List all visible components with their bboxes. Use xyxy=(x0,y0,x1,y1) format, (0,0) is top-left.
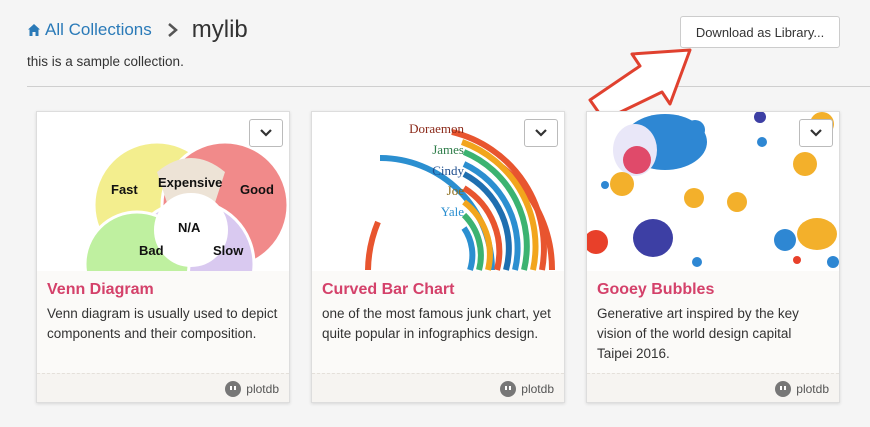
plotdb-logo-icon xyxy=(775,381,792,397)
card-description: Venn diagram is usually used to depict c… xyxy=(47,306,278,341)
page-title: mylib xyxy=(191,16,248,43)
collection-card: Fast Good Expensive N/A Bad Slow Venn Di… xyxy=(36,111,290,403)
bar-label: Cindy xyxy=(432,163,464,178)
card-menu-button[interactable] xyxy=(249,119,283,147)
card-body: Venn Diagram Venn diagram is usually use… xyxy=(37,271,289,373)
card-body: Curved Bar Chart one of the most famous … xyxy=(312,271,564,373)
brand[interactable]: plotdb xyxy=(775,381,829,397)
bar-label: Joe xyxy=(447,183,465,198)
card-title[interactable]: Gooey Bubbles xyxy=(597,281,714,299)
brand[interactable]: plotdb xyxy=(500,381,554,397)
chevron-down-icon xyxy=(535,129,547,137)
card-description: Generative art inspired by the key visio… xyxy=(597,306,799,361)
chevron-down-icon xyxy=(810,129,822,137)
venn-label: Good xyxy=(240,182,274,197)
breadcrumb: All Collections mylib xyxy=(27,16,248,44)
card-footer: plotdb xyxy=(587,373,839,402)
chevron-right-icon xyxy=(167,23,178,37)
collection-description: this is a sample collection. xyxy=(27,54,184,69)
page-header: All Collections mylib this is a sample c… xyxy=(0,0,870,88)
brand-label: plotdb xyxy=(796,382,829,396)
venn-label: Bad xyxy=(139,243,164,258)
card-thumbnail[interactable]: Fast Good Expensive N/A Bad Slow xyxy=(37,112,289,271)
chevron-down-icon xyxy=(260,129,272,137)
card-body: Gooey Bubbles Generative art inspired by… xyxy=(587,271,839,373)
card-thumbnail[interactable]: Doraemon James Cindy Joe Yale xyxy=(312,112,564,271)
bar-label: James xyxy=(432,142,464,157)
header-divider xyxy=(27,86,870,87)
bar-label: Yale xyxy=(441,204,464,219)
plotdb-logo-icon xyxy=(500,381,517,397)
collection-card: Gooey Bubbles Generative art inspired by… xyxy=(586,111,840,403)
card-footer: plotdb xyxy=(312,373,564,402)
brand-label: plotdb xyxy=(521,382,554,396)
card-description: one of the most famous junk chart, yet q… xyxy=(322,306,551,341)
venn-label: Slow xyxy=(213,243,244,258)
card-title[interactable]: Curved Bar Chart xyxy=(322,281,454,299)
bar-label: Doraemon xyxy=(409,121,464,136)
download-library-button[interactable]: Download as Library... xyxy=(680,16,840,48)
card-menu-button[interactable] xyxy=(524,119,558,147)
home-icon[interactable] xyxy=(27,23,41,37)
plotdb-logo-icon xyxy=(225,381,242,397)
card-footer: plotdb xyxy=(37,373,289,402)
all-collections-link[interactable]: All Collections xyxy=(45,20,152,40)
brand-label: plotdb xyxy=(246,382,279,396)
brand[interactable]: plotdb xyxy=(225,381,279,397)
card-thumbnail[interactable] xyxy=(587,112,839,271)
card-menu-button[interactable] xyxy=(799,119,833,147)
collection-card: Doraemon James Cindy Joe Yale Curved Bar… xyxy=(311,111,565,403)
card-title[interactable]: Venn Diagram xyxy=(47,281,154,299)
venn-label: N/A xyxy=(178,220,201,235)
venn-label: Fast xyxy=(111,182,138,197)
venn-label: Expensive xyxy=(158,175,222,190)
